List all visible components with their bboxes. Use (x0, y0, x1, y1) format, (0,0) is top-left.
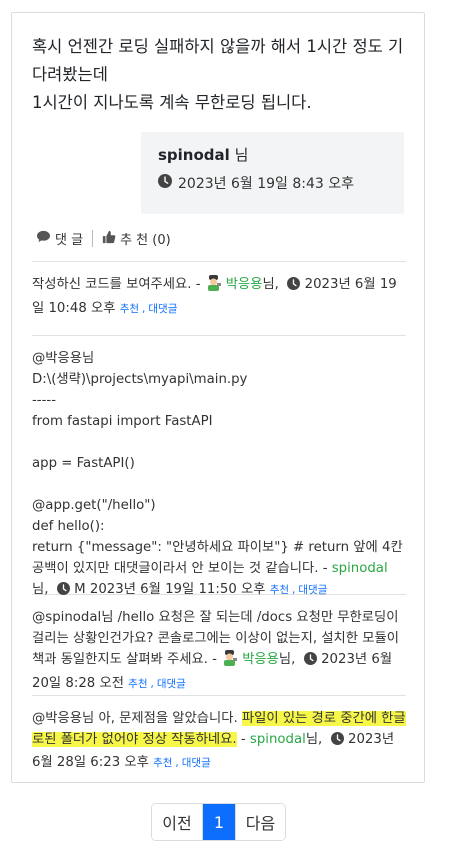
comment-item: @spinodal님 /hello 요청은 잘 되는데 /docs 요청만 무한… (32, 594, 406, 695)
recommend-link[interactable]: 추천 (153, 757, 172, 769)
link-separator: , (175, 757, 179, 769)
author-suffix: 님 (229, 146, 249, 164)
pagination: 이전 1 다음 (151, 803, 286, 841)
question-card: 혹시 언젠간 로딩 실패하지 않을까 해서 1시간 정도 기다려봤는데 1시간이… (11, 12, 425, 783)
clock-icon (56, 581, 70, 602)
clock-icon (330, 731, 344, 752)
question-line-1: 혹시 언젠간 로딩 실패하지 않을까 해서 1시간 정도 기다려봤는데 (32, 37, 404, 84)
comment-text: @박응용님 아, 문제점을 알았습니다. (32, 711, 242, 726)
page-1-button[interactable]: 1 (203, 804, 235, 840)
comment-author[interactable]: 박응용 (226, 277, 263, 292)
comment-item: 작성하신 코드를 보여주세요. - 박응용님, 2023년 6월 19일 10:… (32, 261, 406, 335)
comment-button[interactable]: 댓 글 (36, 229, 83, 248)
link-separator: , (292, 584, 296, 596)
comment-list: 작성하신 코드를 보여주세요. - 박응용님, 2023년 6월 19일 10:… (32, 261, 406, 773)
comment-line: app = FastAPI() (32, 456, 135, 471)
link-separator: , (150, 678, 154, 690)
clock-icon (287, 276, 301, 297)
comment-author[interactable]: spinodal (332, 561, 388, 576)
comment-author[interactable]: 박응용 (242, 652, 279, 667)
comment-author-suffix: 님, (305, 732, 323, 747)
avatar-icon (221, 649, 238, 673)
comment-label: 댓 글 (55, 233, 84, 248)
comment-dash: - (236, 732, 250, 747)
author-date: 2023년 6월 19일 8:43 오후 (178, 176, 354, 192)
comment-item: @박응용님 D:\(생략)\projects\myapi\main.py ---… (32, 335, 406, 597)
author-date-row: 2023년 6월 19일 8:43 오후 (158, 174, 354, 194)
comment-author-suffix: 님, (278, 652, 296, 667)
comment-line: from fastapi import FastAPI (32, 414, 213, 429)
recommend-link[interactable]: 추천 (120, 303, 139, 315)
author-box: spinodal 님 2023년 6월 19일 8:43 오후 (141, 132, 404, 214)
comment-line: ----- (32, 393, 56, 408)
author-name[interactable]: spinodal (158, 146, 230, 164)
comment-line: D:\(생략)\projects\myapi\main.py (32, 372, 248, 387)
comment-author-suffix: 님, (262, 277, 279, 292)
comment-icon (36, 230, 51, 247)
recommend-label: 추 천 (0) (120, 233, 171, 248)
reply-link[interactable]: 대댓글 (148, 303, 177, 315)
thumbs-up-icon (102, 230, 116, 248)
comment-line: def hello(): (32, 519, 105, 534)
clock-icon (158, 174, 172, 194)
reply-link[interactable]: 대댓글 (298, 584, 327, 596)
comment-item: @박응용님 아, 문제점을 알았습니다. 파일이 있는 경로 중간에 한글로된 … (32, 695, 406, 773)
prev-page-button[interactable]: 이전 (152, 804, 203, 840)
comment-date: M 2023년 6월 19일 11:50 오후 (74, 582, 266, 597)
recommend-button[interactable]: 추 천 (0) (102, 229, 171, 248)
post-actions: 댓 글 추 천 (0) (36, 229, 171, 248)
comment-author[interactable]: spinodal (250, 732, 306, 747)
comment-mention[interactable]: @spinodal (32, 610, 101, 625)
reply-link[interactable]: 대댓글 (157, 678, 186, 690)
comment-line: @app.get("/hello") (32, 498, 156, 513)
comment-line (32, 432, 406, 453)
recommend-link[interactable]: 추천 (128, 678, 147, 690)
next-page-button[interactable]: 다음 (235, 804, 285, 840)
comment-line: @박응용님 (32, 351, 95, 366)
comment-text: 작성하신 코드를 보여주세요. - (32, 277, 205, 292)
link-separator: , (142, 303, 146, 315)
question-body: 혹시 언젠간 로딩 실패하지 않을까 해서 1시간 정도 기다려봤는데 1시간이… (32, 33, 412, 117)
avatar-icon (205, 274, 222, 298)
question-line-2: 1시간이 지나도록 계속 무한로딩 됩니다. (32, 93, 312, 112)
comment-line (32, 474, 406, 495)
comment-author-suffix: 님, (32, 582, 49, 597)
clock-icon (303, 651, 317, 672)
reply-link[interactable]: 대댓글 (182, 757, 211, 769)
action-divider (92, 230, 94, 247)
recommend-link[interactable]: 추천 (270, 584, 289, 596)
